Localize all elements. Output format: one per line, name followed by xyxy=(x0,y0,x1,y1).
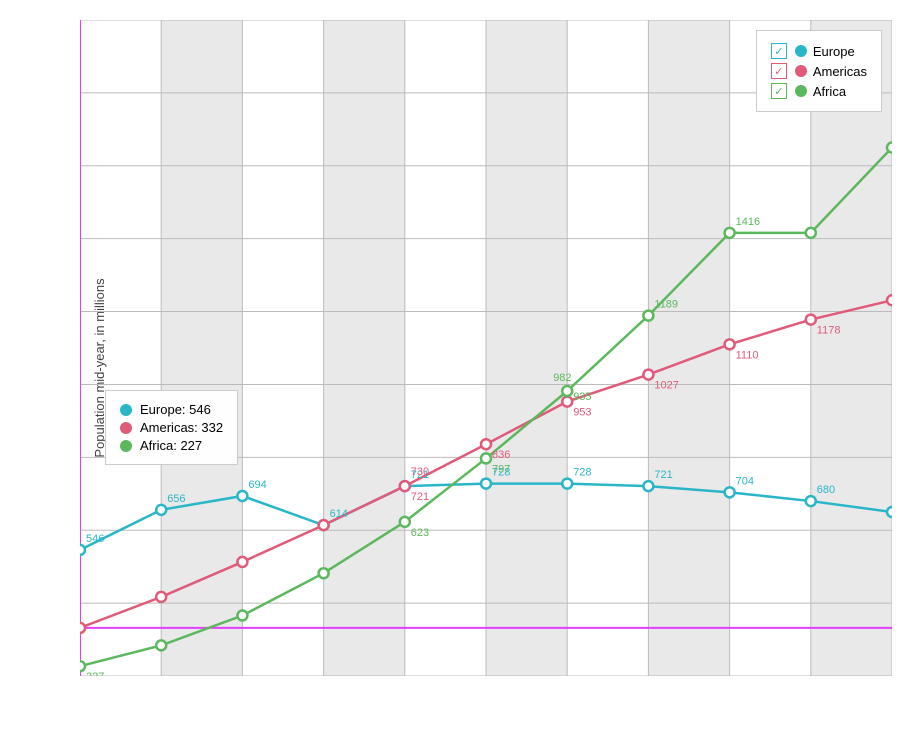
svg-text:730: 730 xyxy=(411,466,429,478)
tooltip-box: Europe: 546 Americas: 332 Africa: 227 xyxy=(105,390,238,465)
tooltip-africa-label: Africa: 227 xyxy=(140,438,202,453)
legend-box: ✓ Europe ✓ Americas ✓ Africa xyxy=(756,30,882,112)
svg-text:694: 694 xyxy=(248,479,266,491)
tooltip-americas-label: Americas: 332 xyxy=(140,420,223,435)
svg-text:546: 546 xyxy=(86,533,104,545)
svg-text:680: 680 xyxy=(817,484,835,496)
tooltip-americas: Americas: 332 xyxy=(120,420,223,435)
tooltip-europe: Europe: 546 xyxy=(120,402,223,417)
legend-item-americas[interactable]: ✓ Americas xyxy=(771,63,867,79)
svg-text:1027: 1027 xyxy=(654,380,678,392)
svg-text:935: 935 xyxy=(573,391,591,403)
svg-text:721: 721 xyxy=(411,491,429,503)
svg-text:836: 836 xyxy=(492,449,510,461)
chart-svg: 2004006008001000120014001600180020001950… xyxy=(80,20,892,676)
svg-text:953: 953 xyxy=(573,407,591,419)
legend-item-europe[interactable]: ✓ Europe xyxy=(771,43,867,59)
tooltip-europe-label: Europe: 546 xyxy=(140,402,211,417)
svg-text:1189: 1189 xyxy=(654,299,678,311)
svg-text:797: 797 xyxy=(492,463,510,475)
svg-text:1178: 1178 xyxy=(817,325,841,337)
tooltip-africa: Africa: 227 xyxy=(120,438,223,453)
svg-text:721: 721 xyxy=(654,469,672,481)
svg-text:1110: 1110 xyxy=(736,349,759,361)
legend-label-americas: Americas xyxy=(813,64,867,79)
legend-item-africa[interactable]: ✓ Africa xyxy=(771,83,867,99)
svg-text:227: 227 xyxy=(86,671,104,676)
chart-container: Population mid-year, in millions 2004006… xyxy=(0,0,912,736)
svg-text:704: 704 xyxy=(736,475,754,487)
legend-label-europe: Europe xyxy=(813,44,855,59)
legend-label-africa: Africa xyxy=(813,84,846,99)
svg-text:656: 656 xyxy=(167,493,185,505)
svg-text:1416: 1416 xyxy=(736,216,760,228)
svg-text:728: 728 xyxy=(573,467,591,479)
svg-text:614: 614 xyxy=(330,508,348,520)
svg-text:982: 982 xyxy=(553,372,571,384)
svg-text:623: 623 xyxy=(411,527,429,539)
